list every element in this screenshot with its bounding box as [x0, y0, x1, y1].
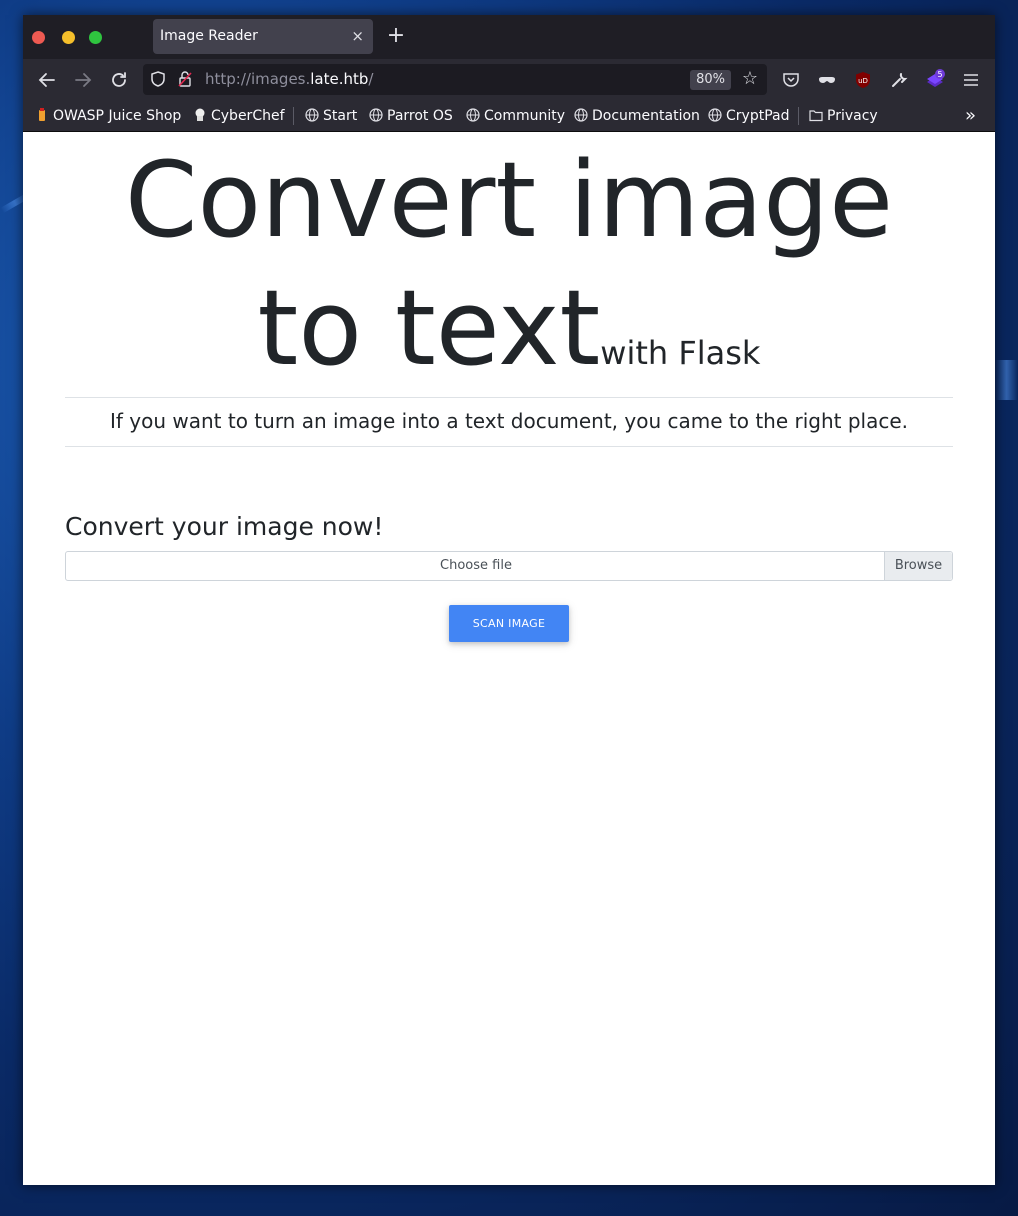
title-line-2: to text: [257, 267, 601, 389]
minimize-window-button[interactable]: [62, 31, 75, 44]
bookmark-parrot-os[interactable]: Parrot OS: [369, 101, 453, 131]
folder-icon: [809, 103, 823, 122]
back-icon[interactable]: [35, 68, 59, 92]
wallpaper-streak: [995, 360, 1018, 400]
navigation-toolbar: http://images.late.htb/ 80% ☆ uD 5: [23, 59, 995, 101]
bookmark-label: Privacy: [827, 108, 878, 124]
url-scheme: http://images.: [205, 70, 311, 88]
page-content: Convert image to textwith Flask If you w…: [23, 132, 995, 1185]
hamburger-menu-icon[interactable]: [959, 68, 983, 92]
bookmark-label: CryptPad: [726, 108, 790, 124]
url-text[interactable]: http://images.late.htb/: [205, 64, 373, 95]
globe-icon: [708, 103, 722, 122]
hero-section: Convert image to textwith Flask: [23, 132, 995, 417]
extension-badge-icon[interactable]: 5: [923, 68, 947, 92]
bookmark-label: Documentation: [592, 108, 700, 124]
tracking-protection-shield-icon[interactable]: [149, 70, 167, 88]
bookmark-separator: [798, 107, 799, 125]
bookmarks-toolbar: OWASP Juice Shop CyberChef Start Parrot …: [23, 101, 995, 132]
bookmark-cyberchef[interactable]: CyberChef: [193, 101, 285, 131]
svg-text:5: 5: [937, 70, 942, 79]
bookmark-label: Parrot OS: [387, 108, 453, 124]
title-line-1: Convert image: [124, 139, 894, 261]
file-upload-input[interactable]: Choose file Browse: [65, 551, 953, 581]
svg-text:uD: uD: [858, 77, 868, 85]
title-subtext: with Flask: [600, 334, 761, 372]
bookmark-start[interactable]: Start: [305, 101, 357, 131]
tab-title: Image Reader: [160, 28, 258, 44]
page-title: Convert image to textwith Flask: [23, 132, 995, 417]
pocket-icon[interactable]: [779, 68, 803, 92]
divider-top: [65, 397, 953, 398]
divider-bottom: [65, 446, 953, 447]
browser-window: Image Reader × + http://images.late.htb/…: [23, 15, 995, 1185]
form-title: Convert your image now!: [65, 512, 384, 541]
scan-image-button[interactable]: SCAN IMAGE: [449, 605, 569, 642]
insecure-lock-icon[interactable]: [177, 70, 193, 88]
bookmark-star-icon[interactable]: ☆: [739, 68, 761, 90]
bookmark-documentation[interactable]: Documentation: [574, 101, 700, 131]
zoom-level-badge[interactable]: 80%: [690, 70, 731, 90]
bookmark-community[interactable]: Community: [466, 101, 565, 131]
url-path: /: [368, 70, 374, 88]
bookmarks-overflow-icon[interactable]: »: [965, 101, 976, 131]
chef-icon: [193, 103, 207, 121]
globe-icon: [574, 103, 588, 122]
maximize-window-button[interactable]: [89, 31, 102, 44]
file-input-placeholder[interactable]: Choose file: [66, 552, 886, 580]
bookmark-label: OWASP Juice Shop: [53, 108, 182, 124]
bookmark-folder-privacy[interactable]: Privacy: [809, 101, 878, 131]
close-window-button[interactable]: [32, 31, 45, 44]
reload-icon[interactable]: [107, 68, 131, 92]
ublock-origin-icon[interactable]: uD: [851, 68, 875, 92]
bookmark-cryptpad[interactable]: CryptPad: [708, 101, 789, 131]
bookmark-label: Start: [323, 108, 358, 124]
forward-icon[interactable]: [71, 68, 95, 92]
url-host: late.htb: [310, 70, 369, 88]
globe-icon: [466, 103, 480, 122]
bookmark-label: Community: [484, 108, 566, 124]
new-tab-button[interactable]: +: [386, 23, 406, 49]
bookmark-separator: [293, 107, 294, 125]
tab-image-reader[interactable]: Image Reader ×: [153, 19, 373, 54]
address-bar[interactable]: http://images.late.htb/ 80% ☆: [143, 64, 767, 95]
globe-icon: [369, 103, 383, 122]
title-bar: Image Reader × +: [23, 15, 995, 59]
wrench-icon[interactable]: [887, 68, 911, 92]
juice-icon: [35, 103, 49, 121]
bookmark-label: CyberChef: [211, 108, 285, 124]
globe-icon: [305, 103, 319, 122]
tab-close-icon[interactable]: ×: [351, 19, 364, 54]
lead-text: If you want to turn an image into a text…: [109, 409, 909, 433]
bookmark-owasp-juice-shop[interactable]: OWASP Juice Shop: [35, 101, 181, 131]
browse-button[interactable]: Browse: [884, 552, 952, 580]
private-mask-icon[interactable]: [815, 68, 839, 92]
